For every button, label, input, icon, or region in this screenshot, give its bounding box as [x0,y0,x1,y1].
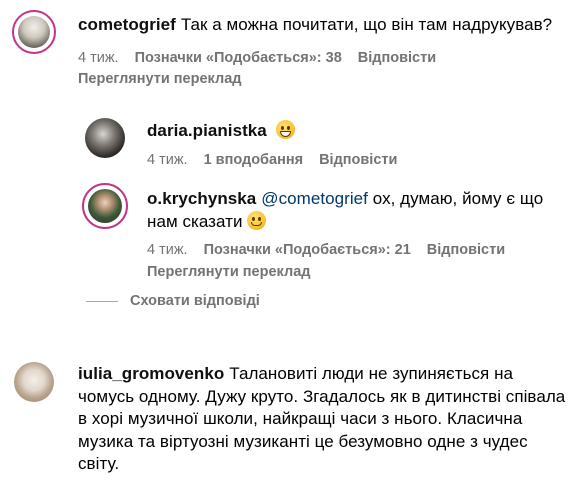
comment-username[interactable]: o.krychynska [147,189,256,208]
likes-count[interactable]: 1 вподобання [204,152,304,168]
comment-time[interactable]: 4 тиж. [147,152,188,168]
grinning-face-icon [275,120,295,139]
avatar[interactable] [82,183,128,229]
hide-replies-label: Сховати відповіді [130,293,260,309]
avatar[interactable] [14,362,54,402]
comment-time[interactable]: 4 тиж. [78,50,119,66]
comment-item: cometogrief Так а можна почитати, що він … [0,0,583,100]
reply-button[interactable]: Відповісти [319,152,397,168]
reply-item: o.krychynska @cometogrief ох, думаю, йому… [0,180,583,285]
see-translation-button[interactable]: Переглянути переклад [147,264,310,280]
comment-username[interactable]: daria.pianistka [147,121,267,140]
likes-count[interactable]: Позначки «Подобається»: 21 [204,242,411,258]
grinning-face-icon [246,210,266,230]
comment-username[interactable]: cometogrief [78,15,176,34]
avatar[interactable] [85,118,125,158]
comments-panel: cometogrief Так а можна почитати, що він … [0,0,583,483]
avatar[interactable] [12,10,56,54]
likes-count[interactable]: Позначки «Подобається»: 38 [135,50,342,66]
comment-username[interactable]: iulia_gromovenko [78,364,224,383]
reply-button[interactable]: Відповісти [427,242,505,258]
reply-item: daria.pianistka 4 тиж. 1 вподобання Відп… [0,110,583,170]
comment-time[interactable]: 4 тиж. [147,242,188,258]
mention-link[interactable]: @cometogrief [261,189,368,208]
comment-item: iulia_gromovenko Талановиті люди не зупин… [0,350,583,483]
divider-line [86,300,118,302]
reply-button[interactable]: Відповісти [358,50,436,66]
see-translation-button[interactable]: Переглянути переклад [78,71,241,87]
hide-replies-button[interactable]: Сховати відповіді [86,293,260,309]
comment-meta: 4 тиж. 1 вподобання Відповісти [147,152,397,168]
comment-meta: 4 тиж. Позначки «Подобається»: 38 Відпов… [78,50,436,66]
comment-meta: 4 тиж. Позначки «Подобається»: 21 Відпов… [147,242,505,258]
comment-text: Так а можна почитати, що він там надруку… [180,15,553,34]
